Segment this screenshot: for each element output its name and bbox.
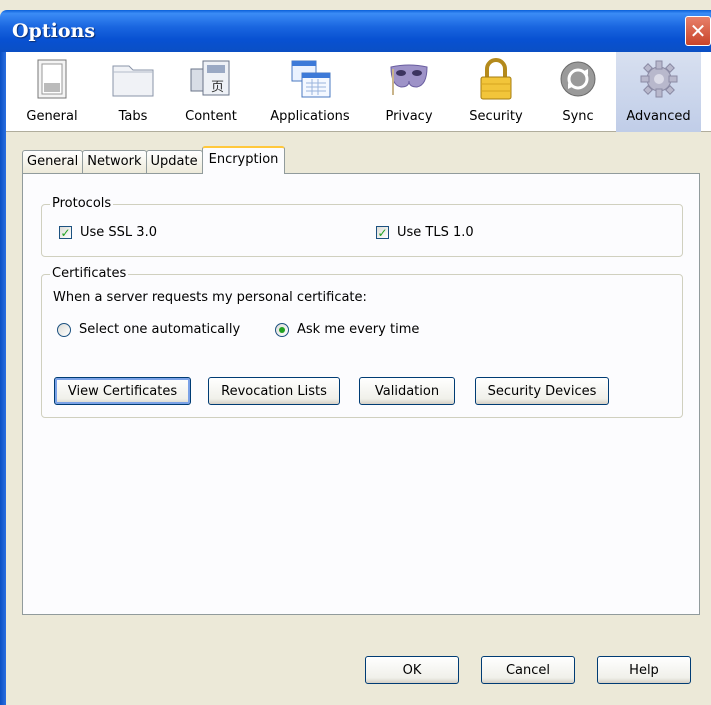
toolbar-label-general: General bbox=[26, 109, 78, 124]
privacy-mask-icon bbox=[387, 57, 431, 101]
svg-text:页: 页 bbox=[211, 80, 224, 95]
tab-update[interactable]: Update bbox=[145, 150, 203, 174]
tab-encryption[interactable]: Encryption bbox=[201, 146, 286, 174]
general-switch-icon bbox=[30, 57, 74, 101]
window-frame-left bbox=[0, 52, 6, 705]
toolbar-label-security: Security bbox=[469, 109, 523, 124]
toolbar-item-security[interactable]: Security bbox=[452, 52, 540, 132]
certificate-prompt: When a server requests my personal certi… bbox=[53, 290, 367, 305]
encryption-panel: Protocols ✓ Use SSL 3.0 ✓ Use TLS 1.0 Ce… bbox=[22, 173, 700, 615]
checkmark-icon: ✓ bbox=[60, 225, 71, 240]
title-bar[interactable]: Options ✕ bbox=[0, 10, 711, 52]
radio-select-automatically-label: Select one automatically bbox=[79, 322, 241, 337]
applications-icon bbox=[288, 57, 332, 101]
ok-button[interactable]: OK bbox=[365, 656, 459, 684]
toolbar-label-advanced: Advanced bbox=[626, 109, 691, 124]
options-dialog: Options ✕ General Tabs 页 Content Applica… bbox=[0, 0, 711, 705]
toolbar-label-applications: Applications bbox=[270, 109, 350, 124]
toolbar-item-advanced[interactable]: Advanced bbox=[616, 52, 701, 132]
advanced-gear-icon bbox=[637, 57, 681, 101]
window-title: Options bbox=[12, 20, 96, 42]
protocols-legend: Protocols bbox=[50, 196, 114, 211]
toolbar-item-sync[interactable]: Sync bbox=[540, 52, 616, 132]
tab-general[interactable]: General bbox=[22, 150, 84, 174]
toolbar-label-content: Content bbox=[185, 109, 237, 124]
toolbar-item-tabs[interactable]: Tabs bbox=[98, 52, 168, 132]
tls-checkbox-label: Use TLS 1.0 bbox=[397, 225, 474, 240]
close-icon: ✕ bbox=[689, 19, 707, 43]
close-button[interactable]: ✕ bbox=[685, 16, 711, 46]
help-button[interactable]: Help bbox=[597, 656, 691, 684]
ssl-checkbox-label: Use SSL 3.0 bbox=[80, 225, 157, 240]
tls-checkbox-box[interactable]: ✓ bbox=[376, 226, 389, 239]
checkmark-icon: ✓ bbox=[377, 225, 388, 240]
preferences-toolbar: General Tabs 页 Content Applications Priv… bbox=[6, 52, 711, 132]
content-page-icon: 页 bbox=[189, 57, 233, 101]
revocation-lists-button[interactable]: Revocation Lists bbox=[208, 377, 340, 405]
advanced-tabs: General Network Update Encryption bbox=[22, 146, 286, 174]
toolbar-label-tabs: Tabs bbox=[118, 109, 148, 124]
ssl-checkbox-box[interactable]: ✓ bbox=[59, 226, 72, 239]
toolbar-item-privacy[interactable]: Privacy bbox=[366, 52, 452, 132]
security-devices-button[interactable]: Security Devices bbox=[475, 377, 609, 405]
tabs-folder-icon bbox=[111, 57, 155, 101]
radio-ask-every-time-dot[interactable] bbox=[275, 322, 289, 337]
sync-icon bbox=[556, 57, 600, 101]
tab-network[interactable]: Network bbox=[82, 150, 147, 174]
radio-select-automatically-dot[interactable] bbox=[57, 322, 71, 337]
validation-button[interactable]: Validation bbox=[359, 377, 455, 405]
cancel-button[interactable]: Cancel bbox=[481, 656, 575, 684]
toolbar-label-sync: Sync bbox=[562, 109, 594, 124]
toolbar-item-applications[interactable]: Applications bbox=[254, 52, 366, 132]
toolbar-item-general[interactable]: General bbox=[6, 52, 98, 132]
radio-select-automatically[interactable]: Select one automatically bbox=[57, 322, 240, 337]
tls-checkbox[interactable]: ✓ Use TLS 1.0 bbox=[376, 225, 474, 240]
view-certificates-button[interactable]: View Certificates bbox=[54, 377, 191, 405]
protocols-group: Protocols ✓ Use SSL 3.0 ✓ Use TLS 1.0 bbox=[41, 196, 683, 257]
ssl-checkbox[interactable]: ✓ Use SSL 3.0 bbox=[59, 225, 157, 240]
radio-ask-every-time-label: Ask me every time bbox=[297, 322, 420, 337]
toolbar-label-privacy: Privacy bbox=[385, 109, 433, 124]
radio-ask-every-time[interactable]: Ask me every time bbox=[275, 322, 419, 337]
toolbar-item-content[interactable]: 页 Content bbox=[168, 52, 254, 132]
security-lock-icon bbox=[474, 57, 518, 101]
certificates-legend: Certificates bbox=[50, 266, 129, 281]
certificates-group: Certificates When a server requests my p… bbox=[41, 266, 683, 418]
